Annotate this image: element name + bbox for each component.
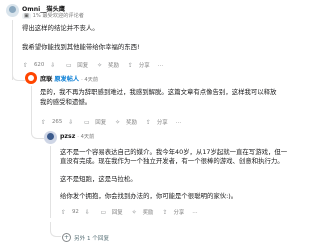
comment-text: 得出这样的结论并不丧人。: [22, 24, 99, 32]
comment-text: 给你发个拥抱，你会找到办法的，你可能是个很聪明的家伙:)。: [60, 192, 238, 200]
more-options-button[interactable]: …: [192, 209, 197, 215]
thread-line[interactable]: [31, 86, 32, 132]
more-replies-label: 另外 1 个回复: [74, 235, 110, 242]
comment-actions: ⇧ 620 ⇩ ▭ 回复 ✧ 奖励 ⇪ 分享 …: [22, 61, 163, 70]
thread-line[interactable]: [50, 146, 51, 218]
award-icon[interactable]: ✧: [131, 209, 138, 216]
share-icon[interactable]: ⇪: [127, 62, 134, 69]
avatar[interactable]: [6, 4, 19, 17]
thread-branch: [31, 128, 44, 139]
upvote-icon[interactable]: ⇧: [22, 62, 29, 69]
share-icon[interactable]: ⇪: [161, 209, 168, 216]
award-icon[interactable]: ✧: [96, 62, 103, 69]
timestamp: · 4天前: [77, 134, 95, 140]
downvote-icon[interactable]: ⇩: [84, 209, 91, 216]
reply-icon[interactable]: ▭: [100, 209, 107, 216]
downvote-icon[interactable]: ⇩: [49, 62, 56, 69]
username[interactable]: 庶联: [40, 76, 52, 83]
comment-text: 我的感受和遗憾。: [40, 98, 92, 106]
reply-button[interactable]: 回复: [77, 61, 88, 69]
more-options-button[interactable]: …: [158, 62, 163, 68]
upvote-icon[interactable]: ⇧: [60, 209, 67, 216]
more-options-button[interactable]: …: [176, 119, 181, 125]
comment-text: 这不是一个容易表达自己的媒介。我今年40岁，从17岁起就一直在写游戏，但一: [60, 148, 288, 156]
thread-line[interactable]: [12, 20, 13, 80]
vote-count: 92: [72, 209, 79, 215]
avatar[interactable]: [25, 72, 37, 84]
comment-text: 直没有完成。现在我作为一个独立开发者，有一个很棒的游戏、创意和执行力。: [60, 157, 284, 165]
flair-text: 1% 最受欢迎的评论者: [32, 13, 84, 19]
more-replies-link[interactable]: + 另外 1 个回复: [62, 233, 109, 242]
reply-icon[interactable]: ▭: [83, 119, 90, 126]
top-commenter-badge: ▣: [22, 13, 31, 19]
user-flair: ▣ 1% 最受欢迎的评论者: [22, 12, 84, 19]
award-button[interactable]: 奖励: [108, 61, 119, 69]
comment-header: pzsz · 4天前: [60, 133, 94, 140]
username[interactable]: pzsz: [60, 133, 75, 140]
vote-count: 620: [34, 62, 45, 68]
comment-actions: ⇧ 92 ⇩ ▭ 回复 ✧ 奖励 ⇪ 分享 …: [60, 208, 198, 217]
downvote-icon[interactable]: ⇩: [67, 119, 74, 126]
comment-actions: ⇧ 265 ⇩ ▭ 回复 ✧ 奖励 ⇪ 分享 …: [40, 118, 181, 127]
timestamp: · 4天前: [81, 77, 99, 83]
thread-branch: [12, 72, 25, 81]
share-button[interactable]: 分享: [139, 61, 150, 69]
reply-button[interactable]: 回复: [112, 208, 123, 216]
award-icon[interactable]: ✧: [114, 119, 121, 126]
award-button[interactable]: 奖励: [126, 118, 137, 126]
comment-text: 这不是短跑，这是马拉松。: [60, 175, 137, 183]
share-button[interactable]: 分享: [157, 118, 168, 126]
reply-icon[interactable]: ▭: [65, 62, 72, 69]
upvote-icon[interactable]: ⇧: [40, 119, 47, 126]
expand-icon: +: [62, 233, 71, 242]
award-button[interactable]: 奖励: [143, 208, 154, 216]
reply-button[interactable]: 回复: [95, 118, 106, 126]
comment-text: 我希望你能找到其他能带给你幸福的东西!: [22, 43, 140, 51]
comment-text: 是的，我不再为辞职感到难过，我感到解脱。这篇文章有点像告别，这样我可以释放: [40, 88, 277, 96]
thread-branch: [50, 222, 61, 237]
comment-header: 庶联 原发帖人 · 4天前: [40, 74, 98, 83]
vote-count: 265: [52, 119, 63, 125]
op-badge: 原发帖人: [54, 76, 80, 83]
share-button[interactable]: 分享: [173, 208, 184, 216]
share-icon[interactable]: ⇪: [145, 119, 152, 126]
avatar[interactable]: [44, 131, 57, 144]
